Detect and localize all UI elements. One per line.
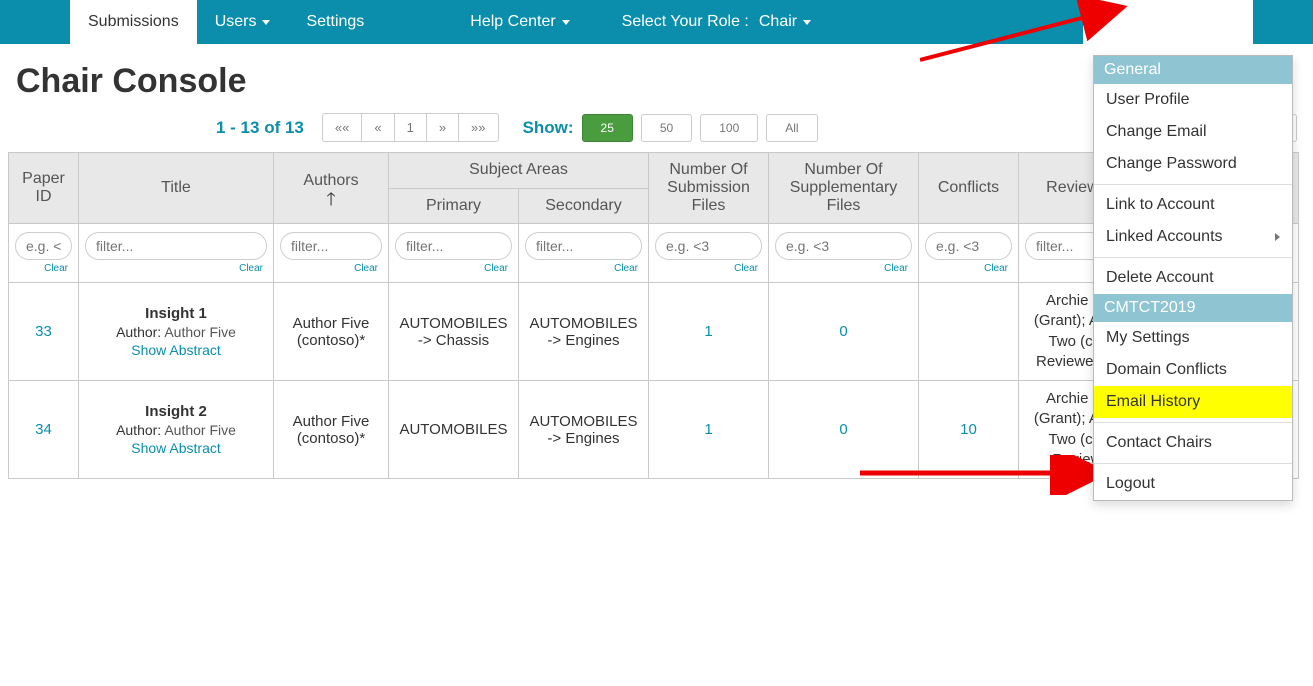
- clear-filter[interactable]: Clear: [525, 263, 642, 274]
- paper-id-link[interactable]: 34: [35, 421, 52, 438]
- menu-delete-account[interactable]: Delete Account: [1094, 262, 1292, 294]
- pagesize-label: Show:: [523, 118, 574, 138]
- menu-domain-conflicts[interactable]: Domain Conflicts: [1094, 354, 1292, 386]
- divider: [1094, 463, 1292, 464]
- chevron-right-icon: [1275, 233, 1280, 241]
- col-authors-label: Authors: [303, 172, 358, 189]
- menu-linked-accounts[interactable]: Linked Accounts: [1094, 221, 1292, 253]
- menu-contact-chairs[interactable]: Contact Chairs: [1094, 427, 1292, 459]
- pager-last[interactable]: »»: [458, 113, 498, 142]
- numsupp-link[interactable]: 0: [839, 421, 847, 438]
- sort-asc-icon: 🡑: [280, 194, 382, 204]
- secondary-cell: AUTOMOBILES -> Engines: [519, 283, 649, 381]
- col-paper-id[interactable]: Paper ID: [9, 153, 79, 224]
- clear-filter[interactable]: Clear: [395, 263, 512, 274]
- pager-next[interactable]: »: [426, 113, 459, 142]
- divider: [1094, 184, 1292, 185]
- nav-submissions[interactable]: Submissions: [70, 0, 197, 44]
- pagesize-all[interactable]: All: [766, 114, 817, 142]
- clear-filter[interactable]: Clear: [280, 263, 382, 274]
- filter-primary[interactable]: [395, 232, 512, 260]
- clear-filter[interactable]: Clear: [655, 263, 762, 274]
- divider: [1094, 422, 1292, 423]
- col-num-sub[interactable]: Number Of Submission Files: [649, 153, 769, 224]
- authors-cell: Author Five (contoso)*: [274, 283, 389, 381]
- conflicts-link[interactable]: 10: [960, 421, 977, 438]
- chevron-down-icon: [262, 20, 270, 25]
- role-value[interactable]: Chair: [759, 13, 811, 31]
- nav-users-label: Users: [215, 13, 257, 31]
- menu-user-profile[interactable]: User Profile: [1094, 84, 1292, 116]
- authors-cell: Author Five (contoso)*: [274, 381, 389, 479]
- col-authors[interactable]: Authors 🡑: [274, 153, 389, 224]
- col-title[interactable]: Title: [79, 153, 274, 224]
- pager-page[interactable]: 1: [394, 113, 427, 142]
- chevron-down-icon: [803, 20, 811, 25]
- col-num-supp[interactable]: Number Of Supplementary Files: [769, 153, 919, 224]
- paper-id-link[interactable]: 33: [35, 323, 52, 340]
- filter-conflicts[interactable]: [925, 232, 1012, 260]
- dropdown-section-general: General: [1094, 56, 1292, 84]
- menu-logout[interactable]: Logout: [1094, 468, 1292, 500]
- pager: «« « 1 » »»: [322, 113, 499, 142]
- clear-filter[interactable]: Clear: [925, 263, 1012, 274]
- clear-filter[interactable]: Clear: [15, 263, 72, 274]
- role-label: Select Your Role :: [622, 13, 749, 31]
- show-abstract-link[interactable]: Show Abstract: [131, 342, 221, 358]
- paper-author-line: Author: Author Five: [85, 422, 267, 438]
- pager-range: 1 - 13 of 13: [216, 118, 304, 138]
- show-abstract-link[interactable]: Show Abstract: [131, 440, 221, 456]
- nav-help[interactable]: Help Center: [452, 0, 587, 44]
- col-secondary[interactable]: Secondary: [519, 188, 649, 224]
- paper-title: Insight 2: [85, 403, 267, 420]
- pager-prev[interactable]: «: [361, 113, 394, 142]
- pagesize-50[interactable]: 50: [641, 114, 692, 142]
- menu-link-account[interactable]: Link to Account: [1094, 189, 1292, 221]
- chevron-down-icon: [562, 20, 570, 25]
- nav-users[interactable]: Users: [197, 0, 289, 44]
- secondary-cell: AUTOMOBILES -> Engines: [519, 381, 649, 479]
- primary-cell: AUTOMOBILES -> Chassis: [389, 283, 519, 381]
- role-value-text: Chair: [759, 13, 797, 31]
- filter-secondary[interactable]: [525, 232, 642, 260]
- top-nav: Submissions Users Settings Help Center S…: [0, 0, 1313, 44]
- menu-my-settings[interactable]: My Settings: [1094, 322, 1292, 354]
- nav-help-label: Help Center: [470, 13, 555, 31]
- filter-title[interactable]: [85, 232, 267, 260]
- role-selector: Select Your Role : Chair: [608, 0, 825, 44]
- menu-change-password[interactable]: Change Password: [1094, 148, 1292, 180]
- numsub-link[interactable]: 1: [704, 323, 712, 340]
- user-menu-trigger[interactable]: [1083, 0, 1253, 44]
- nav-settings[interactable]: Settings: [288, 0, 382, 44]
- primary-cell: AUTOMOBILES: [389, 381, 519, 479]
- filter-numsupp[interactable]: [775, 232, 912, 260]
- col-subject-areas: Subject Areas: [389, 153, 649, 189]
- col-primary[interactable]: Primary: [389, 188, 519, 224]
- filter-authors[interactable]: [280, 232, 382, 260]
- filter-id[interactable]: [15, 232, 72, 260]
- pager-first[interactable]: ««: [322, 113, 362, 142]
- clear-filter[interactable]: Clear: [85, 263, 267, 274]
- user-dropdown: General User Profile Change Email Change…: [1093, 55, 1293, 501]
- pagesize-100[interactable]: 100: [700, 114, 758, 142]
- paper-title: Insight 1: [85, 305, 267, 322]
- menu-email-history[interactable]: Email History: [1094, 386, 1292, 418]
- divider: [1094, 257, 1292, 258]
- menu-linked-accounts-label: Linked Accounts: [1106, 228, 1223, 246]
- col-conflicts[interactable]: Conflicts: [919, 153, 1019, 224]
- numsupp-link[interactable]: 0: [839, 323, 847, 340]
- filter-numsub[interactable]: [655, 232, 762, 260]
- clear-filter[interactable]: Clear: [775, 263, 912, 274]
- menu-change-email[interactable]: Change Email: [1094, 116, 1292, 148]
- paper-author-line: Author: Author Five: [85, 324, 267, 340]
- numsub-link[interactable]: 1: [704, 421, 712, 438]
- pagesize-25[interactable]: 25: [582, 114, 633, 142]
- dropdown-section-conf: CMTCT2019: [1094, 294, 1292, 322]
